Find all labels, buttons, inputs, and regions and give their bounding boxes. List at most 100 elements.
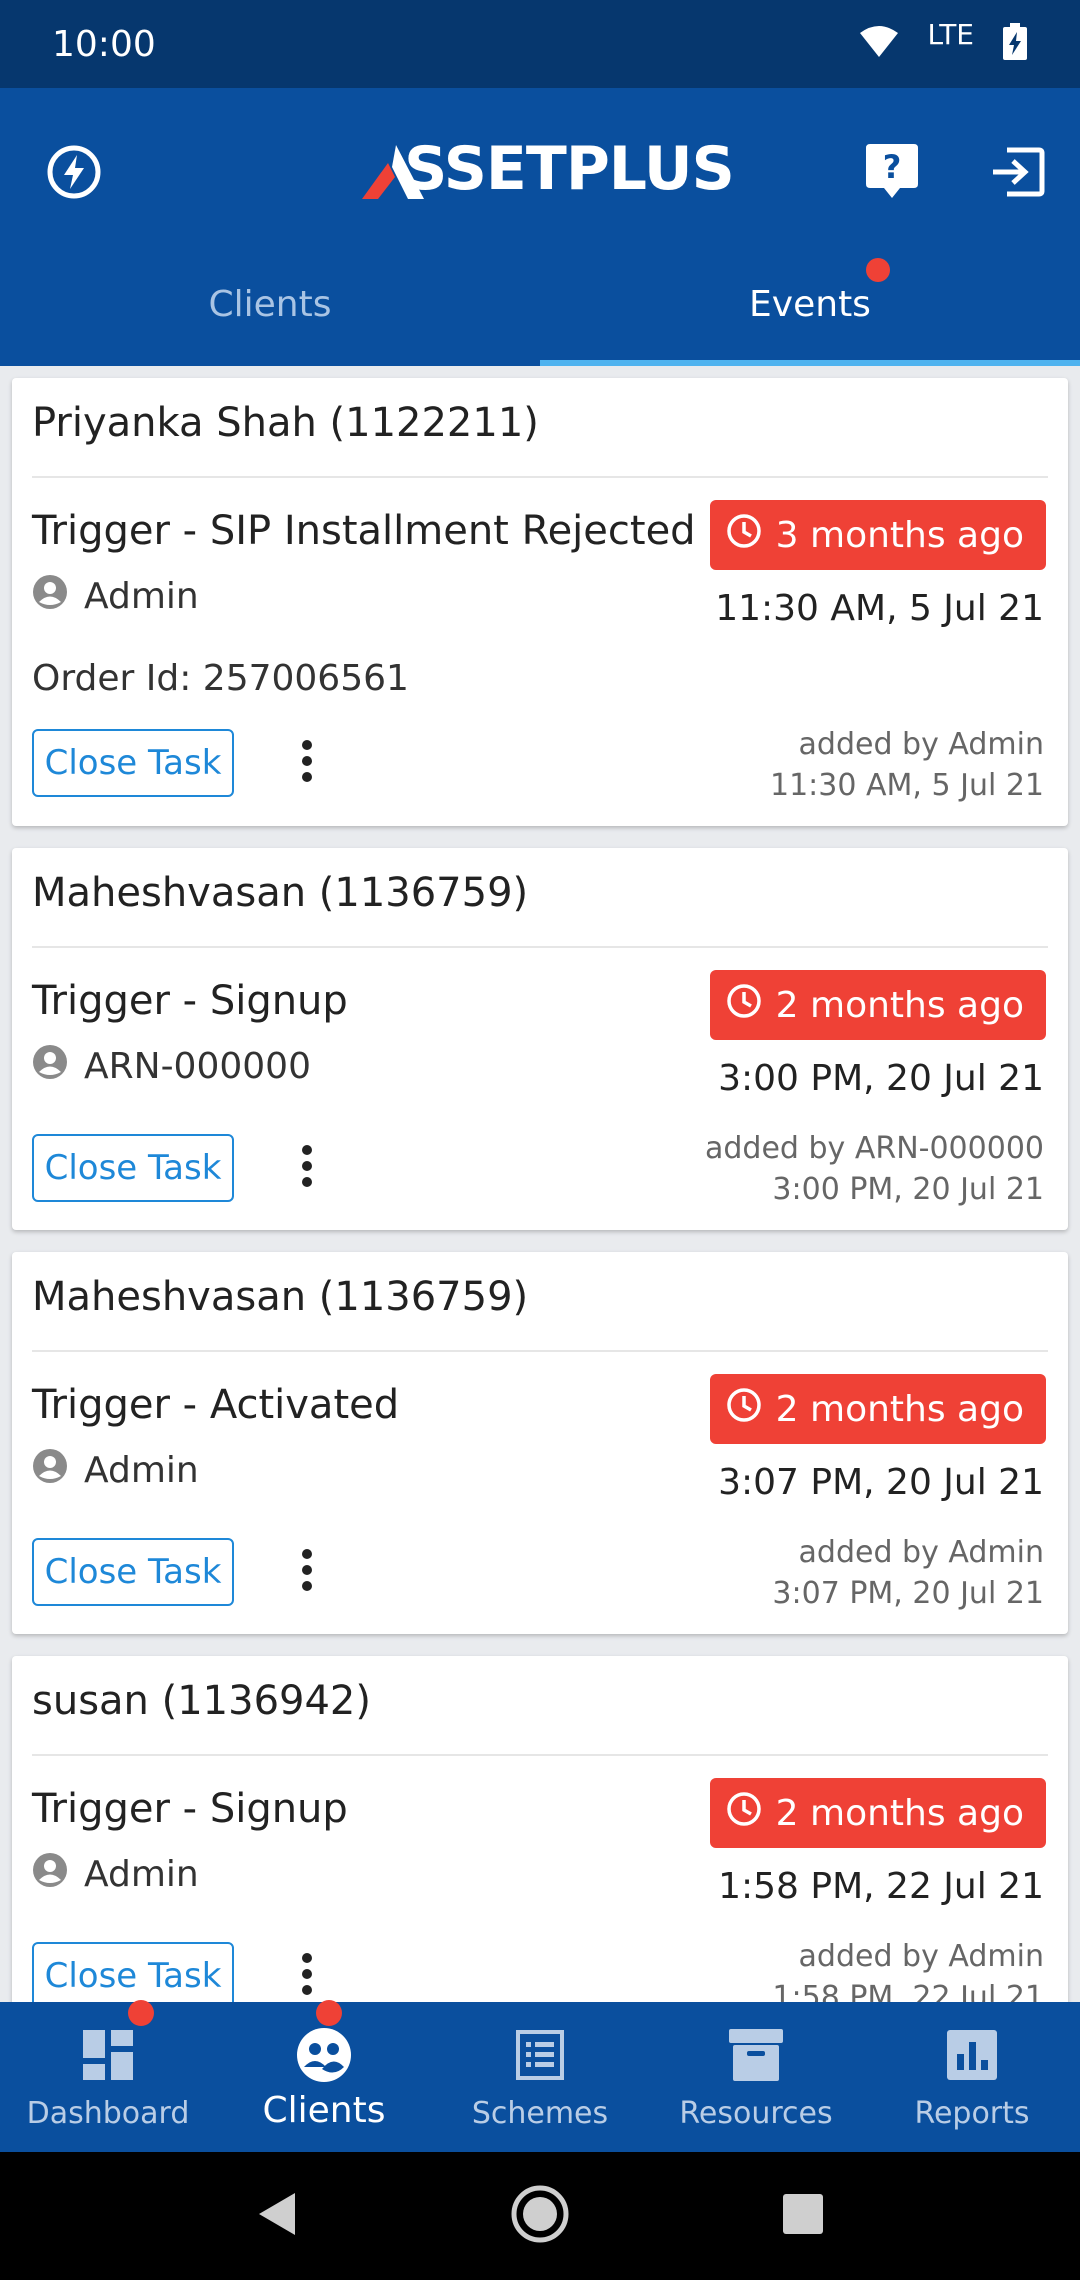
trigger-title: Trigger - Signup [32, 1786, 348, 1832]
more-vert-icon [301, 1548, 313, 1596]
close-task-button[interactable]: Close Task [32, 1538, 234, 1606]
time-ago-text: 2 months ago [775, 984, 1024, 1026]
card-divider [32, 1754, 1048, 1756]
order-id: Order Id: 257006561 [32, 658, 409, 699]
more-vert-icon [301, 1144, 313, 1192]
client-name[interactable]: susan (1136942) [32, 1678, 371, 1724]
nav-dashboard-label: Dashboard [26, 2096, 190, 2131]
event-card: Maheshvasan (1136759) Trigger - Activate… [12, 1252, 1068, 1634]
event-card: Maheshvasan (1136759) Trigger - Signup 2… [12, 848, 1068, 1230]
svg-text:?: ? [883, 148, 902, 186]
added-by-text: added by Admin [798, 1939, 1044, 1974]
time-ago-badge: 2 months ago [709, 1374, 1046, 1444]
client-name[interactable]: Priyanka Shah (1122211) [32, 400, 539, 446]
logo-mark [362, 144, 424, 214]
home-icon[interactable] [510, 2184, 570, 2248]
added-by-text: added by Admin [798, 1535, 1044, 1570]
dashboard-notification-dot [128, 2000, 154, 2026]
network-type: LTE [927, 17, 974, 51]
logout-icon [991, 147, 1045, 201]
nav-dashboard[interactable]: Dashboard [0, 2000, 216, 2152]
help-button[interactable]: ? [850, 132, 934, 216]
card-divider [32, 1350, 1048, 1352]
assetplus-logo: SSETPLUS [360, 124, 735, 214]
time-ago-text: 2 months ago [775, 1388, 1024, 1430]
nav-reports[interactable]: Reports [864, 2002, 1080, 2152]
flash-icon [46, 144, 102, 204]
nav-reports-label: Reports [914, 2096, 1030, 2131]
added-by-time: 1:58 PM, 22 Jul 21 [772, 1980, 1044, 2002]
status-time: 10:00 [52, 23, 156, 65]
user-icon [32, 1852, 68, 1897]
events-notification-dot [866, 258, 890, 282]
more-options-button[interactable] [282, 1942, 332, 2002]
app-header: SSETPLUS ? Clients Events [0, 88, 1080, 366]
back-icon[interactable] [257, 2191, 297, 2241]
quick-actions-button[interactable] [32, 132, 116, 216]
time-ago-badge: 2 months ago [709, 1778, 1046, 1848]
schemes-icon [516, 2024, 564, 2086]
event-card: susan (1136942) Trigger - Signup 2 month… [12, 1656, 1068, 2002]
client-name[interactable]: Maheshvasan (1136759) [32, 1274, 528, 1320]
time-ago-badge: 2 months ago [709, 970, 1046, 1040]
user-name: Admin [84, 1450, 199, 1491]
close-task-button[interactable]: Close Task [32, 1134, 234, 1202]
assigned-user: ARN-000000 [32, 1044, 311, 1089]
assigned-user: Admin [32, 1852, 199, 1897]
event-datetime: 11:30 AM, 5 Jul 21 [715, 588, 1044, 629]
tab-events[interactable]: Events [540, 242, 1080, 366]
user-name: ARN-000000 [84, 1046, 311, 1087]
system-nav-bar [0, 2152, 1080, 2280]
help-icon: ? [866, 144, 918, 204]
nav-schemes-label: Schemes [471, 2096, 609, 2131]
bottom-nav: Dashboard Clients Schemes Resources Repo… [0, 2000, 1080, 2152]
wifi-icon [859, 25, 899, 63]
clients-notification-dot [316, 2000, 342, 2026]
client-name[interactable]: Maheshvasan (1136759) [32, 870, 528, 916]
resources-icon [729, 2024, 783, 2086]
close-task-button[interactable]: Close Task [32, 1942, 234, 2002]
user-icon [32, 1448, 68, 1493]
trigger-title: Trigger - Signup [32, 978, 348, 1024]
top-tabs: Clients Events [0, 242, 1080, 366]
clock-icon [726, 983, 762, 1028]
time-ago-badge: 3 months ago [709, 500, 1046, 570]
added-by-time: 3:00 PM, 20 Jul 21 [772, 1172, 1044, 1207]
clock-icon [726, 513, 762, 558]
added-by-info: added by Admin 1:58 PM, 22 Jul 21 [772, 1936, 1044, 2002]
more-options-button[interactable] [282, 729, 332, 797]
nav-clients[interactable]: Clients [216, 2000, 432, 2152]
tab-events-label: Events [749, 283, 871, 325]
added-by-info: added by Admin 11:30 AM, 5 Jul 21 [770, 724, 1044, 806]
user-name: Admin [84, 576, 199, 617]
user-icon [32, 574, 68, 619]
event-card: Priyanka Shah (1122211) Trigger - SIP In… [12, 378, 1068, 826]
event-datetime: 3:00 PM, 20 Jul 21 [718, 1058, 1044, 1099]
logout-button[interactable] [976, 132, 1060, 216]
added-by-info: added by ARN-000000 3:00 PM, 20 Jul 21 [705, 1128, 1044, 1210]
clock-icon [726, 1791, 762, 1836]
trigger-title: Trigger - Activated [32, 1382, 400, 1428]
more-vert-icon [301, 739, 313, 787]
user-name: Admin [84, 1854, 199, 1895]
time-ago-text: 3 months ago [775, 514, 1024, 556]
event-datetime: 3:07 PM, 20 Jul 21 [718, 1462, 1044, 1503]
more-options-button[interactable] [282, 1538, 332, 1606]
nav-schemes[interactable]: Schemes [432, 2002, 648, 2152]
card-divider [32, 476, 1048, 478]
event-list[interactable]: Priyanka Shah (1122211) Trigger - SIP In… [0, 366, 1080, 2002]
added-by-text: added by Admin [798, 727, 1044, 762]
assigned-user: Admin [32, 574, 199, 619]
nav-resources-label: Resources [679, 2096, 833, 2131]
tab-clients[interactable]: Clients [0, 242, 540, 366]
more-options-button[interactable] [282, 1134, 332, 1202]
recents-icon[interactable] [783, 2194, 824, 2238]
status-icons: LTE [859, 18, 1028, 65]
close-task-button[interactable]: Close Task [32, 729, 234, 797]
trigger-title: Trigger - SIP Installment Rejected [32, 508, 696, 554]
card-divider [32, 946, 1048, 948]
nav-clients-label: Clients [262, 2090, 386, 2131]
more-vert-icon [301, 1952, 313, 2000]
user-icon [32, 1044, 68, 1089]
nav-resources[interactable]: Resources [648, 2002, 864, 2152]
